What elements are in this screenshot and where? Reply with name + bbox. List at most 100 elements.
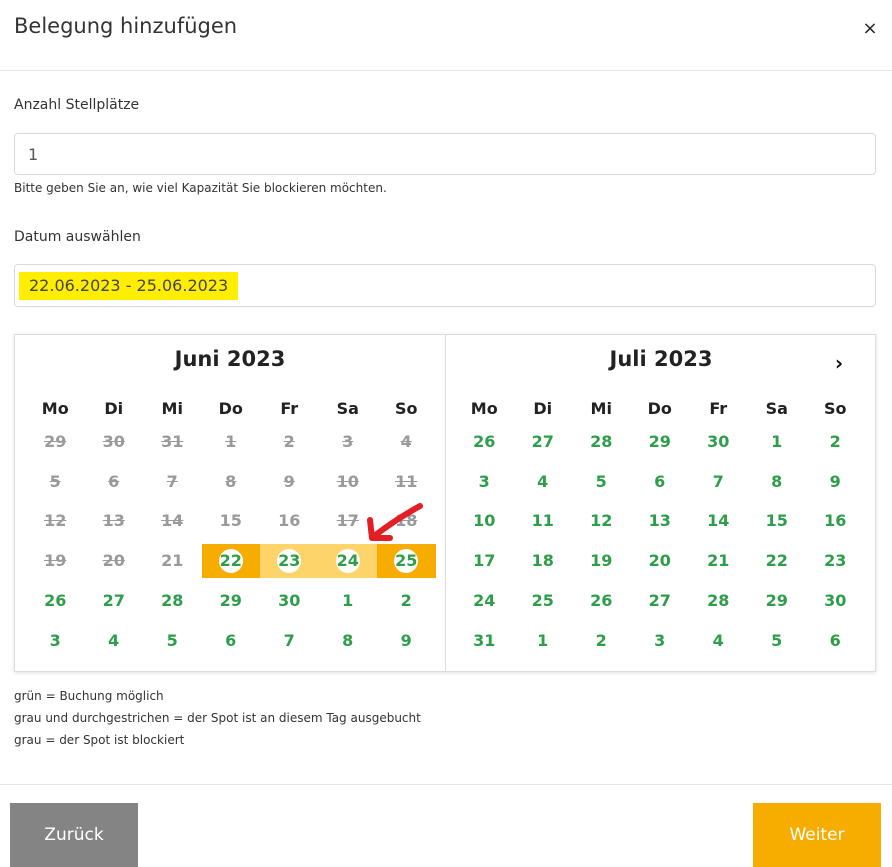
calendar-day[interactable]: 29: [631, 425, 690, 459]
calendar-day[interactable]: 22: [748, 544, 807, 578]
back-button[interactable]: Zurück: [10, 803, 138, 867]
calendar-day[interactable]: 10: [319, 465, 378, 499]
calendar-day[interactable]: 25: [514, 584, 573, 618]
calendar-day[interactable]: 21: [143, 544, 202, 578]
calendar-day[interactable]: 26: [455, 425, 514, 459]
calendar-day[interactable]: 15: [748, 504, 807, 538]
calendar-day[interactable]: 16: [806, 504, 865, 538]
selected-day-number: 22: [218, 549, 243, 574]
calendar-day[interactable]: 9: [377, 624, 436, 658]
date-range-input[interactable]: 22.06.2023 - 25.06.2023: [14, 264, 876, 307]
calendar-day[interactable]: 1: [319, 584, 378, 618]
calendar-day[interactable]: 4: [85, 624, 144, 658]
calendar-day[interactable]: 31: [143, 425, 202, 459]
calendar-day[interactable]: 29: [26, 425, 85, 459]
calendar-day[interactable]: 25: [377, 544, 436, 579]
calendar-day[interactable]: 14: [143, 504, 202, 538]
calendar-day[interactable]: 12: [572, 504, 631, 538]
calendar-day[interactable]: 27: [85, 584, 144, 618]
weekday-label: Mi: [590, 399, 612, 418]
calendar-day[interactable]: 6: [202, 624, 261, 658]
calendar-day[interactable]: 7: [260, 624, 319, 658]
calendar-day[interactable]: 9: [806, 465, 865, 499]
calendar-day[interactable]: 18: [514, 544, 573, 578]
calendar-day[interactable]: 5: [572, 465, 631, 499]
calendar-day[interactable]: 29: [202, 584, 261, 618]
calendar-day[interactable]: 31: [455, 624, 514, 658]
weekday-label: Fr: [280, 399, 299, 418]
calendar-day[interactable]: 2: [572, 624, 631, 658]
calendar-day[interactable]: 6: [631, 465, 690, 499]
calendar-day[interactable]: 6: [85, 465, 144, 499]
calendar-day[interactable]: 29: [748, 584, 807, 618]
calendar-day[interactable]: 11: [514, 504, 573, 538]
calendar-day[interactable]: 30: [806, 584, 865, 618]
calendar-day[interactable]: 1: [748, 425, 807, 459]
calendar-day[interactable]: 8: [202, 465, 261, 499]
calendar-day[interactable]: 11: [377, 465, 436, 499]
calendar-day[interactable]: 27: [514, 425, 573, 459]
calendar-day[interactable]: 6: [806, 624, 865, 658]
footer-divider: [0, 784, 892, 785]
calendar-day[interactable]: 1: [202, 425, 261, 459]
calendar-day[interactable]: 12: [26, 504, 85, 538]
capacity-input[interactable]: [14, 133, 876, 175]
calendar-day[interactable]: 3: [26, 624, 85, 658]
calendar-day[interactable]: 16: [260, 504, 319, 538]
close-icon[interactable]: ×: [858, 17, 882, 41]
calendar-day[interactable]: 28: [689, 584, 748, 618]
calendar-day[interactable]: 3: [455, 465, 514, 499]
calendar-day[interactable]: 9: [260, 465, 319, 499]
legend-fully-booked: grau und durchgestrichen = der Spot ist …: [14, 711, 421, 725]
calendar-day[interactable]: 20: [85, 544, 144, 578]
calendar-day[interactable]: 22: [201, 544, 260, 579]
weekday-label: So: [394, 399, 418, 418]
calendar-day[interactable]: 30: [260, 584, 319, 618]
chevron-right-icon[interactable]: ›: [827, 351, 851, 375]
calendar-day[interactable]: 30: [85, 425, 144, 459]
calendar-day[interactable]: 19: [572, 544, 631, 578]
calendar-day[interactable]: 8: [319, 624, 378, 658]
calendar-day[interactable]: 4: [514, 465, 573, 499]
calendar-day[interactable]: 8: [748, 465, 807, 499]
calendar-day[interactable]: 4: [377, 425, 436, 459]
calendar-day[interactable]: 17: [455, 544, 514, 578]
calendar-day[interactable]: 28: [143, 584, 202, 618]
calendar-day[interactable]: 26: [572, 584, 631, 618]
next-button[interactable]: Weiter: [753, 803, 881, 867]
legend-blocked: grau = der Spot ist blockiert: [14, 733, 185, 747]
calendar-day[interactable]: 23: [260, 544, 319, 579]
calendar-day[interactable]: 1: [514, 624, 573, 658]
calendar-day[interactable]: 5: [748, 624, 807, 658]
calendar-day[interactable]: 13: [631, 504, 690, 538]
calendar-day[interactable]: 15: [202, 504, 261, 538]
date-label: Datum auswählen: [14, 229, 141, 245]
weekday-label: Mi: [161, 399, 183, 418]
calendar-day[interactable]: 4: [689, 624, 748, 658]
calendar-day[interactable]: 14: [689, 504, 748, 538]
calendar-day[interactable]: 24: [318, 544, 377, 579]
weekday-label: Di: [533, 399, 553, 418]
calendar-day[interactable]: 26: [26, 584, 85, 618]
calendar-day[interactable]: 20: [631, 544, 690, 578]
calendar-day[interactable]: 3: [631, 624, 690, 658]
calendar-day[interactable]: 30: [689, 425, 748, 459]
calendar-day[interactable]: 27: [631, 584, 690, 618]
calendar-day[interactable]: 3: [319, 425, 378, 459]
calendar-day[interactable]: 19: [26, 544, 85, 578]
calendar-day[interactable]: 13: [85, 504, 144, 538]
calendar-day[interactable]: 2: [260, 425, 319, 459]
weekday-label: Do: [647, 399, 672, 418]
calendar-day[interactable]: 5: [26, 465, 85, 499]
calendar-day[interactable]: 28: [572, 425, 631, 459]
calendar-day[interactable]: 7: [143, 465, 202, 499]
calendar-day[interactable]: 21: [689, 544, 748, 578]
calendar-day[interactable]: 2: [377, 584, 436, 618]
calendar-day[interactable]: 10: [455, 504, 514, 538]
calendar-day[interactable]: 7: [689, 465, 748, 499]
calendar-day[interactable]: 23: [806, 544, 865, 578]
calendar-day[interactable]: 5: [143, 624, 202, 658]
calendar-day[interactable]: 24: [455, 584, 514, 618]
selected-day-number: 23: [277, 549, 302, 574]
calendar-day[interactable]: 2: [806, 425, 865, 459]
